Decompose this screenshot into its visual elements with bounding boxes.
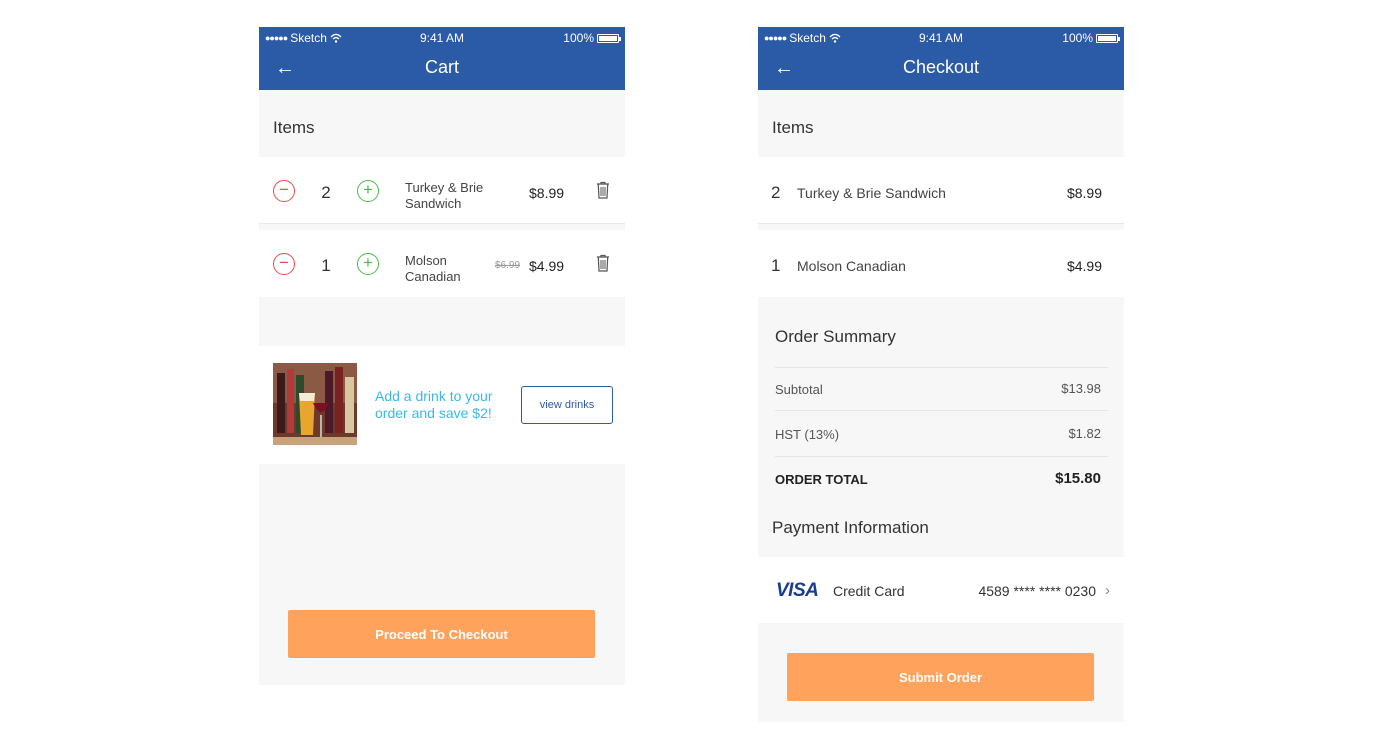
items-heading: Items <box>772 118 814 137</box>
divider <box>775 367 1108 368</box>
drink-promo-banner: Add a drink to your order and save $2! v… <box>259 346 625 464</box>
item-name: Molson Canadian <box>405 253 461 284</box>
divider <box>775 456 1108 457</box>
status-bar: ●●●●● Sketch 9:41 AM 100% <box>758 27 1124 47</box>
items-heading: Items <box>273 118 315 137</box>
battery-percent: 100% <box>563 31 594 45</box>
page-title: Checkout <box>902 57 980 77</box>
item-name: Turkey & Brie Sandwich <box>405 180 484 211</box>
item-quantity: 2 <box>771 183 781 202</box>
chevron-right-icon: › <box>1105 582 1110 599</box>
item-quantity: 1 <box>771 256 781 275</box>
decrease-quantity-button[interactable]: − <box>273 253 295 275</box>
tax-label: HST (13%) <box>775 427 840 442</box>
nav-bar: ← Checkout <box>758 47 1124 90</box>
item-quantity: 2 <box>321 183 331 202</box>
battery-percent: 100% <box>1062 31 1093 45</box>
item-price: $4.99 <box>529 258 565 274</box>
order-summary-heading: Order Summary <box>775 327 896 346</box>
battery-icon <box>597 33 621 43</box>
payment-method-row[interactable]: VISA Credit Card 4589 **** **** 0230 › <box>758 557 1124 623</box>
checkout-item-row: 2 Turkey & Brie Sandwich $8.99 <box>758 157 1124 224</box>
order-total-value: $15.80 <box>1055 470 1101 487</box>
item-price: $4.99 <box>1066 258 1102 274</box>
item-price: $8.99 <box>1066 185 1102 201</box>
battery-icon <box>1096 33 1120 43</box>
drinks-image <box>273 363 357 445</box>
cart-item-row: − 1 + Molson Canadian $6.99 $4.99 <box>259 230 625 297</box>
promo-text: Add a drink to your order and save $2! <box>375 388 493 421</box>
decrease-quantity-button[interactable]: − <box>273 180 295 202</box>
order-total-label: ORDER TOTAL <box>775 472 868 487</box>
tax-value: $1.82 <box>1068 426 1101 441</box>
subtotal-label: Subtotal <box>775 382 823 397</box>
divider <box>775 410 1108 411</box>
view-drinks-button[interactable]: view drinks <box>521 386 613 424</box>
increase-quantity-button[interactable]: + <box>357 180 379 202</box>
cart-item-row: − 2 + Turkey & Brie Sandwich $8.99 <box>259 157 625 224</box>
item-name: Turkey & Brie Sandwich <box>797 185 946 201</box>
nav-bar: ← Cart <box>259 47 625 90</box>
checkout-item-row: 1 Molson Canadian $4.99 <box>758 230 1124 297</box>
item-price: $8.99 <box>529 185 565 201</box>
checkout-screen: ●●●●● Sketch 9:41 AM 100% ← Checkout Ite… <box>758 27 1124 722</box>
increase-quantity-button[interactable]: + <box>357 253 379 275</box>
subtotal-value: $13.98 <box>1061 381 1101 396</box>
payment-information-heading: Payment Information <box>772 518 929 537</box>
visa-logo: VISA <box>776 580 819 601</box>
item-name: Molson Canadian <box>797 258 906 274</box>
item-original-price: $6.99 <box>495 260 521 271</box>
trash-icon[interactable] <box>596 181 610 199</box>
card-type: Credit Card <box>833 583 905 599</box>
proceed-to-checkout-button[interactable]: Proceed To Checkout <box>288 610 595 658</box>
trash-icon[interactable] <box>596 254 610 272</box>
submit-order-button[interactable]: Submit Order <box>787 653 1094 701</box>
status-bar: ●●●●● Sketch 9:41 AM 100% <box>259 27 625 47</box>
card-number: 4589 **** **** 0230 <box>978 583 1096 599</box>
page-title: Cart <box>424 57 459 77</box>
cart-screen: ●●●●● Sketch 9:41 AM 100% ← Cart Items −… <box>259 27 625 685</box>
item-quantity: 1 <box>321 256 331 275</box>
